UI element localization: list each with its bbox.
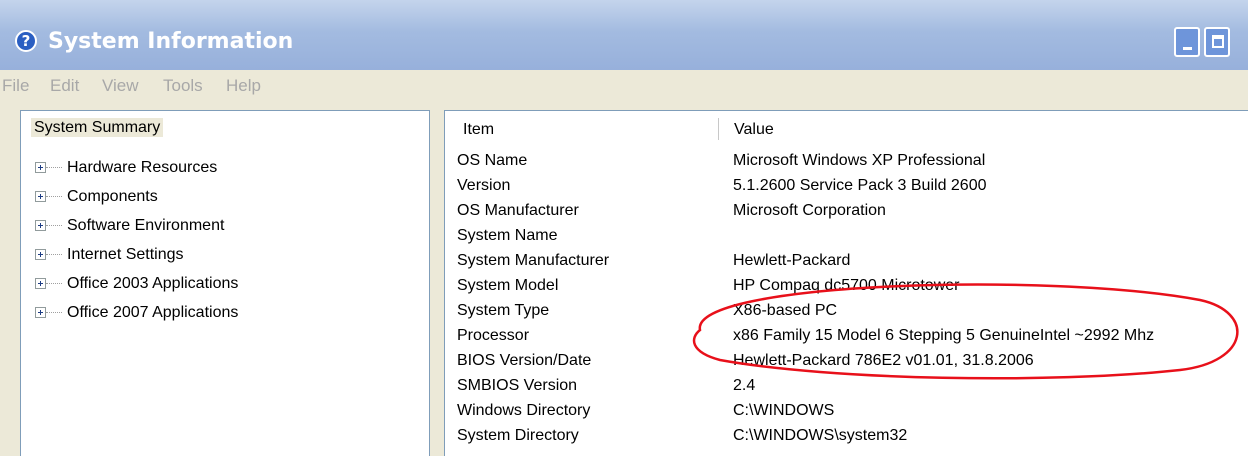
menu-help[interactable]: Help <box>226 76 261 96</box>
row-value: Hewlett-Packard <box>733 252 851 269</box>
row-item: OS Manufacturer <box>457 202 579 219</box>
maximize-button[interactable] <box>1204 27 1230 57</box>
expand-plus-icon[interactable] <box>35 249 46 260</box>
tree-item-label: Hardware Resources <box>67 159 218 176</box>
row-item: System Directory <box>457 427 579 444</box>
help-icon: ? <box>15 30 37 52</box>
minimize-icon <box>1183 47 1192 50</box>
row-item: Processor <box>457 327 530 344</box>
tree-item-label: Components <box>67 188 158 205</box>
row-value: C:\WINDOWS\system32 <box>733 427 908 444</box>
table-row[interactable]: Processor x86 Family 15 Model 6 Stepping… <box>445 324 1248 349</box>
row-item: System Name <box>457 227 558 244</box>
row-item: System Type <box>457 302 550 319</box>
menu-tools[interactable]: Tools <box>163 76 203 96</box>
row-item: System Model <box>457 277 559 294</box>
column-header-value[interactable]: Value <box>734 120 774 139</box>
row-value: X86-based PC <box>733 302 838 319</box>
table-row[interactable]: OS Name Microsoft Windows XP Professiona… <box>445 149 1248 174</box>
expand-plus-icon[interactable] <box>35 220 46 231</box>
table-row[interactable]: OS Manufacturer Microsoft Corporation <box>445 199 1248 224</box>
row-value: C:\WINDOWS <box>733 402 835 419</box>
menu-view[interactable]: View <box>102 76 139 96</box>
menu-edit[interactable]: Edit <box>50 76 79 96</box>
menu-file[interactable]: File <box>2 76 29 96</box>
row-value: 5.1.2600 Service Pack 3 Build 2600 <box>733 177 987 194</box>
expand-plus-icon[interactable] <box>35 191 46 202</box>
table-row[interactable]: System Model HP Compaq dc5700 Microtower <box>445 274 1248 299</box>
tree-item-label: Office 2003 Applications <box>67 275 239 292</box>
table-row[interactable]: System Directory C:\WINDOWS\system32 <box>445 424 1248 449</box>
row-value: x86 Family 15 Model 6 Stepping 5 Genuine… <box>733 327 1155 344</box>
row-item: OS Name <box>457 152 528 169</box>
minimize-button[interactable] <box>1174 27 1200 57</box>
row-value: Microsoft Windows XP Professional <box>733 152 986 169</box>
row-value: Microsoft Corporation <box>733 202 886 219</box>
tree-item-label: Software Environment <box>67 217 225 234</box>
row-item: Version <box>457 177 511 194</box>
expand-plus-icon[interactable] <box>35 278 46 289</box>
column-divider[interactable] <box>718 118 719 140</box>
row-value: Hewlett-Packard 786E2 v01.01, 31.8.2006 <box>733 352 1034 369</box>
pane-splitter[interactable] <box>430 110 444 456</box>
row-item: System Manufacturer <box>457 252 610 269</box>
system-information-window: ? System Information File Edit View Tool… <box>0 0 1248 456</box>
details-list[interactable]: Item Value OS Name Microsoft Windows XP … <box>444 110 1248 456</box>
window-title: System Information <box>48 29 294 54</box>
row-value: HP Compaq dc5700 Microtower <box>733 277 960 294</box>
tree-item-system-summary[interactable]: System Summary <box>31 118 164 137</box>
row-value: 2.4 <box>733 377 756 394</box>
tree-item-label: Internet Settings <box>67 246 184 263</box>
table-row[interactable]: SMBIOS Version 2.4 <box>445 374 1248 399</box>
row-item: Windows Directory <box>457 402 591 419</box>
row-item: SMBIOS Version <box>457 377 578 394</box>
category-tree[interactable]: System Summary Hardware Resources Compon… <box>20 110 430 456</box>
tree-item-label: Office 2007 Applications <box>67 304 239 321</box>
title-bar[interactable]: ? System Information <box>0 0 1248 70</box>
table-row[interactable]: Windows Directory C:\WINDOWS <box>445 399 1248 424</box>
expand-plus-icon[interactable] <box>35 162 46 173</box>
table-row[interactable]: Version 5.1.2600 Service Pack 3 Build 26… <box>445 174 1248 199</box>
expand-plus-icon[interactable] <box>35 307 46 318</box>
row-item: BIOS Version/Date <box>457 352 592 369</box>
column-header-item[interactable]: Item <box>463 120 494 139</box>
maximize-icon <box>1212 35 1224 48</box>
table-row[interactable]: BIOS Version/Date Hewlett-Packard 786E2 … <box>445 349 1248 374</box>
table-row[interactable]: System Manufacturer Hewlett-Packard <box>445 249 1248 274</box>
table-row[interactable]: System Name <box>445 224 1248 249</box>
menu-bar: File Edit View Tools Help <box>0 70 1248 102</box>
list-header: Item Value <box>445 111 1248 145</box>
table-row[interactable]: System Type X86-based PC <box>445 299 1248 324</box>
